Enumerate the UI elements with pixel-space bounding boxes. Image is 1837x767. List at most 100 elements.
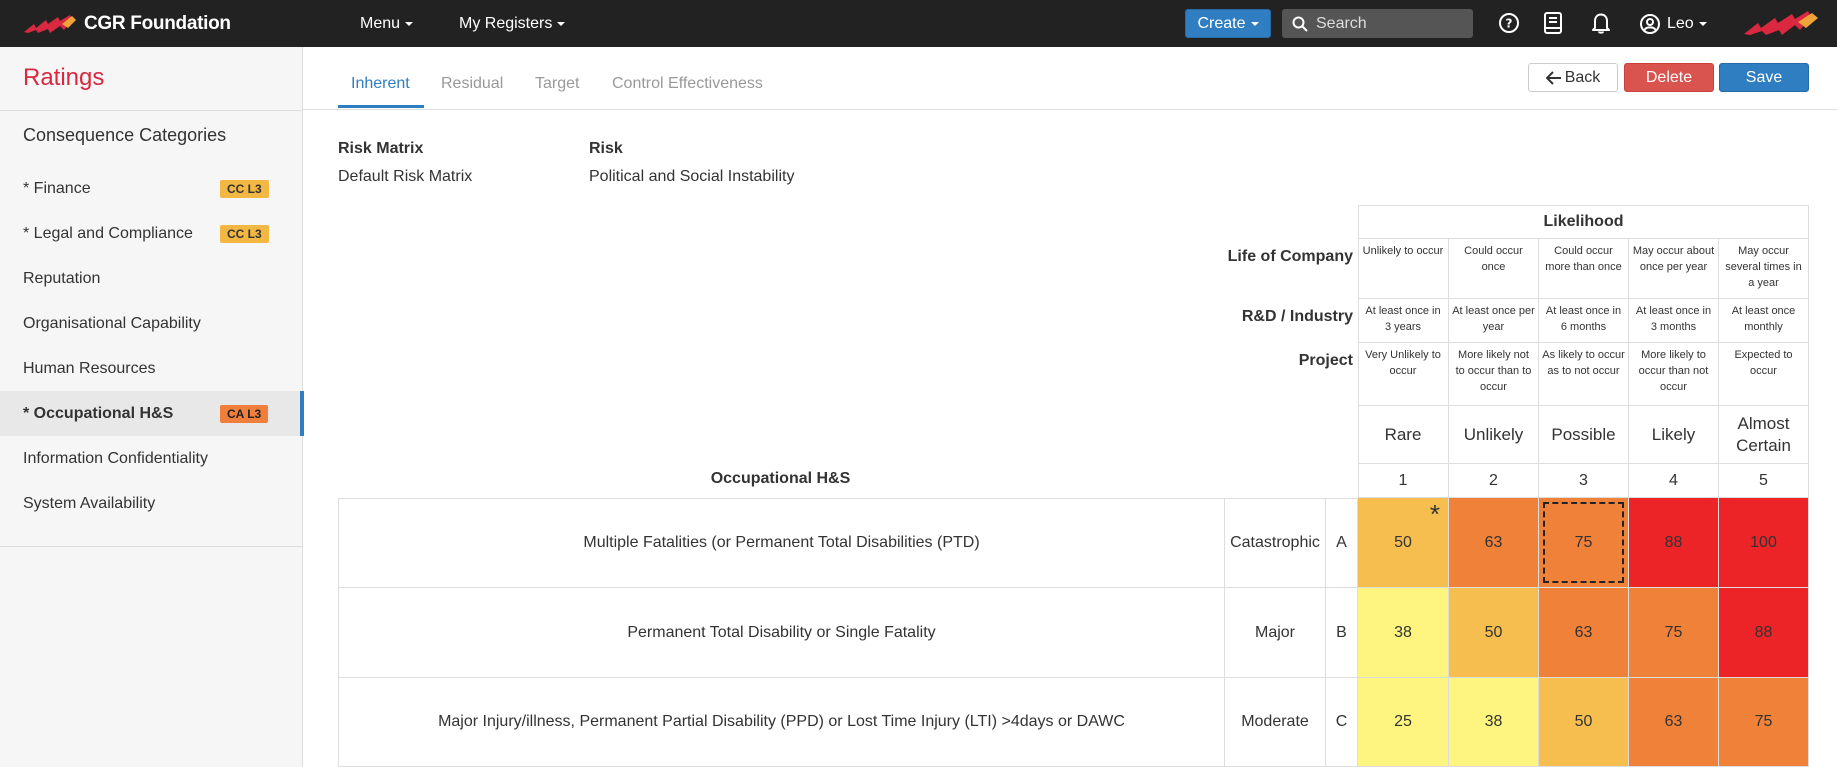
risk-cell-a5[interactable]: 100 <box>1719 498 1809 588</box>
likelihood-number: 4 <box>1629 464 1719 498</box>
risk-cell-a3[interactable]: 75 <box>1539 498 1629 588</box>
likelihood-number: 5 <box>1719 464 1809 498</box>
sidebar-item-reputation[interactable]: Reputation <box>0 256 303 301</box>
sidebar-item-label: * Legal and Compliance <box>23 224 193 242</box>
tab-inherent[interactable]: Inherent <box>351 75 410 93</box>
risk-cell-c4[interactable]: 63 <box>1629 678 1719 767</box>
arrow-left-icon <box>1545 70 1561 85</box>
risk-cell-value: 50 <box>1394 533 1412 551</box>
sidebar-item-occupational-hs[interactable]: * Occupational H&S CA L3 <box>0 391 304 436</box>
likelihood-name: Likely <box>1629 406 1719 464</box>
risk-cell-value: 38 <box>1394 623 1412 641</box>
risk-matrix-value: Default Risk Matrix <box>338 168 473 185</box>
risk-cell-b4[interactable]: 75 <box>1629 588 1719 678</box>
brand-name: CGR Foundation <box>84 12 231 34</box>
sidebar-item-organisational-capability[interactable]: Organisational Capability <box>0 301 303 346</box>
risk-label: Risk <box>589 140 623 157</box>
row-label-rd-industry: R&D / Industry <box>1241 308 1353 325</box>
likelihood-number: 2 <box>1449 464 1539 498</box>
sidebar-item-system-availability[interactable]: System Availability <box>0 481 303 526</box>
user-menu[interactable]: Leo <box>1639 0 1707 47</box>
likelihood-desc-cell: At least once monthly <box>1719 299 1809 343</box>
sidebar-item-information-confidentiality[interactable]: Information Confidentiality <box>0 436 303 481</box>
sidebar-item-legal-and-compliance[interactable]: * Legal and Compliance CC L3 <box>0 211 303 256</box>
sidebar-item-finance[interactable]: * Finance CC L3 <box>0 166 303 211</box>
active-tab-indicator <box>338 105 424 108</box>
likelihood-desc-cell: More likely not to occur than to occur <box>1449 343 1539 406</box>
caret-down-icon <box>557 21 566 26</box>
likelihood-desc-cell: Unlikely to occur <box>1358 239 1449 299</box>
risk-cell-b2[interactable]: 50 <box>1449 588 1539 678</box>
book-icon[interactable] <box>1541 11 1565 35</box>
sidebar-item-label: Human Resources <box>23 359 156 377</box>
risk-cell-a1[interactable]: 50 * <box>1358 498 1449 588</box>
risk-cell-c2[interactable]: 38 <box>1449 678 1539 767</box>
risk-cell-b3[interactable]: 63 <box>1539 588 1629 678</box>
caret-down-icon <box>405 21 414 26</box>
risk-cell-value: 25 <box>1394 713 1412 730</box>
create-button[interactable]: Create <box>1185 9 1271 38</box>
sidebar-item-label: * Finance <box>23 179 91 197</box>
risk-value: Political and Social Instability <box>589 168 795 185</box>
risk-cell-value: 75 <box>1754 713 1773 730</box>
my-registers-dropdown[interactable]: My Registers <box>459 0 566 47</box>
risk-cell-value: 88 <box>1754 623 1773 641</box>
search-input[interactable] <box>1316 14 1466 33</box>
svg-text:?: ? <box>1506 17 1513 31</box>
risk-cell-value: 63 <box>1574 623 1593 641</box>
risk-cell-c3[interactable]: 50 <box>1539 678 1629 767</box>
delete-button[interactable]: Delete <box>1624 63 1714 92</box>
risk-cell-value: 75 <box>1664 623 1683 641</box>
consequence-letter: B <box>1326 588 1358 678</box>
risk-cell-c5[interactable]: 75 <box>1719 678 1809 767</box>
create-label: Create <box>1197 14 1246 32</box>
back-button[interactable]: Back <box>1528 63 1618 92</box>
search-icon <box>1292 16 1308 32</box>
risk-cell-b5[interactable]: 88 <box>1719 588 1809 678</box>
likelihood-number: 3 <box>1539 464 1629 498</box>
tab-control-effectiveness[interactable]: Control Effectiveness <box>612 75 763 93</box>
help-icon[interactable]: ? <box>1497 11 1521 35</box>
caret-down-icon <box>1698 21 1707 26</box>
top-navbar: CGR Foundation Menu My Registers Create … <box>0 0 1837 47</box>
menu-label: Menu <box>360 14 401 32</box>
risk-cell-value: 50 <box>1574 713 1593 730</box>
partner-logo-icon <box>1742 10 1820 41</box>
row-label-life-of-company: Life of Company <box>1227 248 1353 265</box>
likelihood-name: Rare <box>1358 406 1449 464</box>
consequence-categories-title: Consequence Categories <box>23 125 227 145</box>
likelihood-name: Possible <box>1539 406 1629 464</box>
risk-cell-a4[interactable]: 88 <box>1629 498 1719 588</box>
likelihood-desc-cell: At least once in 3 years <box>1358 299 1449 343</box>
sidebar-item-human-resources[interactable]: Human Resources <box>0 346 303 391</box>
consequence-description: Major Injury/illness, Permanent Partial … <box>338 678 1225 767</box>
bell-icon[interactable] <box>1589 11 1613 35</box>
risk-cell-c1[interactable]: 25 <box>1358 678 1449 767</box>
search-box[interactable] <box>1282 9 1473 38</box>
likelihood-desc-cell: Expected to occur <box>1719 343 1809 406</box>
consequence-name: Catastrophic <box>1225 498 1326 588</box>
likelihood-desc-cell: May occur several times in a year <box>1719 239 1809 299</box>
save-button[interactable]: Save <box>1719 63 1809 92</box>
brand[interactable]: CGR Foundation <box>22 0 231 47</box>
risk-cell-value: 50 <box>1484 623 1503 641</box>
menu-dropdown[interactable]: Menu <box>360 0 414 47</box>
likelihood-name: Almost Certain <box>1719 406 1809 464</box>
sidebar-item-label: * Occupational H&S <box>23 404 174 422</box>
consequence-description: Permanent Total Disability or Single Fat… <box>338 588 1225 678</box>
brand-logo-icon <box>24 14 76 33</box>
sidebar-divider <box>0 546 303 547</box>
risk-cell-a2[interactable]: 63 <box>1449 498 1539 588</box>
likelihood-number: 1 <box>1358 464 1449 498</box>
caret-down-icon <box>1250 21 1259 26</box>
consequence-description: Multiple Fatalities (or Permanent Total … <box>338 498 1225 588</box>
risk-cell-value: 100 <box>1750 533 1777 551</box>
risk-cell-b1[interactable]: 38 <box>1358 588 1449 678</box>
tab-target[interactable]: Target <box>535 75 579 93</box>
likelihood-name: Unlikely <box>1449 406 1539 464</box>
likelihood-desc-cell: As likely to occur as to not occur <box>1539 343 1629 406</box>
tab-residual[interactable]: Residual <box>441 75 503 93</box>
sidebar-item-label: Information Confidentiality <box>23 449 208 467</box>
user-name: Leo <box>1667 14 1694 32</box>
consequence-name: Moderate <box>1225 678 1326 767</box>
